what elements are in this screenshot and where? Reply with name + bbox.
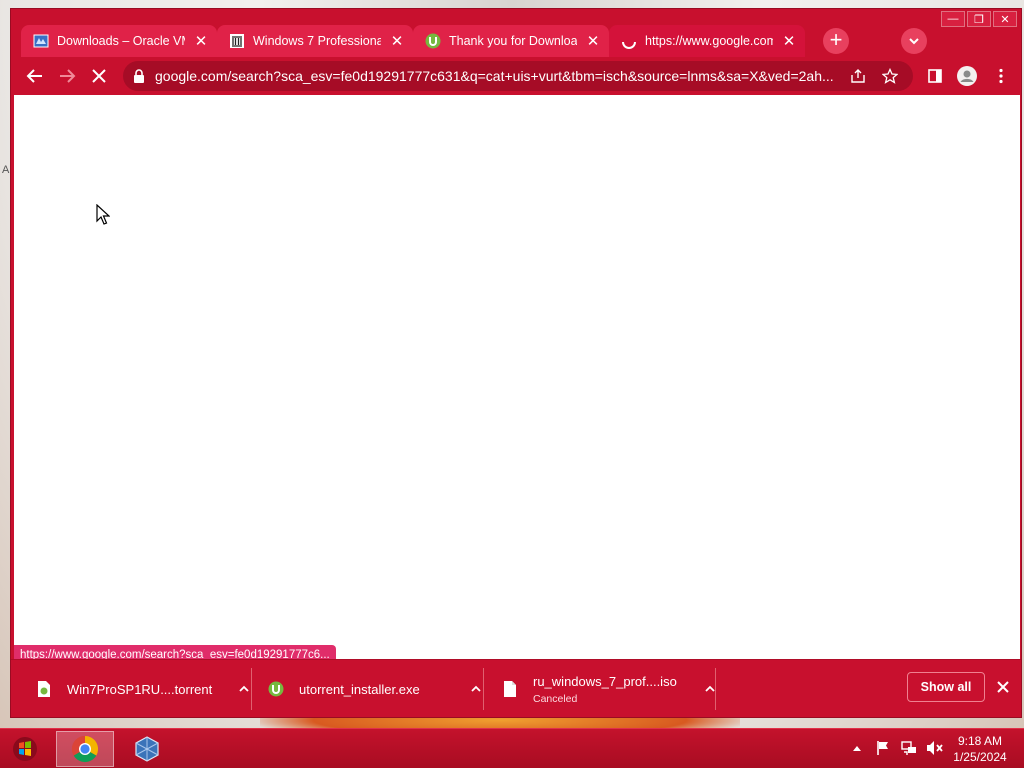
volume-button[interactable]	[926, 739, 944, 757]
back-button[interactable]	[21, 63, 49, 89]
tab-downloads-oracle-vm[interactable]: Downloads – Oracle VM ✕	[21, 25, 217, 57]
download-separator	[715, 668, 716, 710]
chevron-up-icon	[471, 685, 481, 692]
mouse-pointer-icon	[96, 203, 111, 231]
chevron-up-icon	[239, 685, 249, 692]
share-button[interactable]	[845, 63, 871, 89]
start-button[interactable]	[8, 733, 42, 765]
taskbar: 9:18 AM 1/25/2024	[0, 728, 1024, 768]
browser-window: — ❐ ✕ Downloads – Oracle VM ✕ Windows 7 …	[10, 8, 1022, 718]
tab-thank-you-for-download[interactable]: Thank you for Download ✕	[413, 25, 609, 57]
chrome-icon	[71, 735, 99, 763]
stop-loading-button[interactable]	[85, 63, 113, 89]
tab-close-icon[interactable]: ✕	[389, 33, 405, 50]
torrent-file-icon	[35, 680, 53, 698]
download-filename: utorrent_installer.exe	[299, 681, 420, 697]
utorrent-exe-icon	[267, 680, 285, 698]
kebab-menu-icon	[999, 68, 1003, 84]
bookmark-button[interactable]	[877, 63, 903, 89]
utorrent-favicon-icon	[425, 33, 441, 49]
system-tray	[848, 739, 944, 757]
share-icon	[851, 69, 865, 83]
file-icon	[501, 680, 519, 698]
taskbar-chrome[interactable]	[56, 731, 114, 767]
tab-windows-7-professional[interactable]: Windows 7 Professional ✕	[217, 25, 413, 57]
tab-close-icon[interactable]: ✕	[781, 33, 797, 50]
tab-search-button[interactable]	[901, 28, 927, 54]
download-options-button[interactable]	[701, 680, 719, 698]
tab-close-icon[interactable]: ✕	[585, 33, 601, 50]
flag-icon	[877, 741, 888, 755]
download-item-windows-iso[interactable]: ru_windows_7_prof....iso Canceled	[501, 668, 719, 710]
close-download-bar-button[interactable]	[993, 677, 1013, 697]
download-item-utorrent-installer[interactable]: utorrent_installer.exe	[267, 668, 485, 710]
tab-title: https://www.google.com	[645, 34, 773, 48]
download-separator	[251, 668, 252, 710]
lock-icon	[134, 69, 144, 83]
address-bar-url: google.com/search?sca_esv=fe0d19291777c6…	[155, 68, 834, 84]
close-icon	[997, 681, 1009, 693]
download-item-text: ru_windows_7_prof....iso Canceled	[533, 674, 683, 705]
profile-button[interactable]	[953, 63, 981, 89]
download-filename: ru_windows_7_prof....iso	[533, 673, 677, 689]
speaker-muted-icon	[927, 741, 943, 755]
side-panel-button[interactable]	[921, 63, 949, 89]
archive-favicon-icon	[229, 33, 245, 49]
tab-google-search[interactable]: https://www.google.com ✕	[609, 25, 805, 57]
arrow-left-icon	[26, 69, 42, 83]
browser-toolbar: google.com/search?sca_esv=fe0d19291777c6…	[11, 59, 1021, 93]
start-orb-icon	[13, 737, 37, 761]
tab-close-icon[interactable]: ✕	[193, 33, 209, 50]
show-all-downloads-button[interactable]: Show all	[907, 672, 985, 702]
clock-date: 1/25/2024	[953, 750, 1007, 764]
download-item-text: Win7ProSP1RU....torrent	[67, 682, 217, 697]
avatar-icon	[957, 66, 977, 86]
close-icon	[92, 69, 106, 83]
menu-button[interactable]	[987, 63, 1015, 89]
tray-expand-button[interactable]	[848, 739, 866, 757]
chevron-down-icon	[909, 38, 919, 45]
address-bar[interactable]: google.com/search?sca_esv=fe0d19291777c6…	[123, 61, 913, 91]
loading-spinner-icon	[621, 33, 637, 49]
download-item-text: utorrent_installer.exe	[299, 682, 449, 697]
triangle-up-icon	[853, 746, 861, 751]
action-center-button[interactable]	[874, 739, 892, 757]
desktop-edge-mark: A	[2, 164, 10, 176]
new-tab-button[interactable]: +	[823, 28, 849, 54]
side-panel-icon	[928, 69, 942, 83]
download-status: Canceled	[533, 692, 578, 705]
download-bar: Win7ProSP1RU....torrent utorrent_install…	[11, 659, 1021, 717]
page-content	[14, 95, 1020, 659]
taskbar-virtualbox[interactable]	[118, 731, 176, 767]
forward-button[interactable]	[53, 63, 81, 89]
network-button[interactable]	[900, 739, 918, 757]
tab-title: Windows 7 Professional	[253, 34, 381, 48]
clock-time: 9:18 AM	[957, 734, 1003, 748]
star-icon	[882, 68, 898, 84]
download-separator	[483, 668, 484, 710]
virtualbox-favicon-icon	[33, 33, 49, 49]
download-item-torrent[interactable]: Win7ProSP1RU....torrent	[35, 668, 253, 710]
tab-strip: Downloads – Oracle VM ✕ Windows 7 Profes…	[21, 25, 1011, 57]
arrow-right-icon	[60, 69, 76, 83]
network-icon	[901, 741, 916, 755]
tab-title: Thank you for Download	[449, 34, 577, 48]
virtualbox-icon	[135, 736, 159, 762]
tab-title: Downloads – Oracle VM	[57, 34, 185, 48]
taskbar-clock[interactable]: 9:18 AM 1/25/2024	[950, 733, 1010, 765]
download-filename: Win7ProSP1RU....torrent	[67, 681, 213, 697]
